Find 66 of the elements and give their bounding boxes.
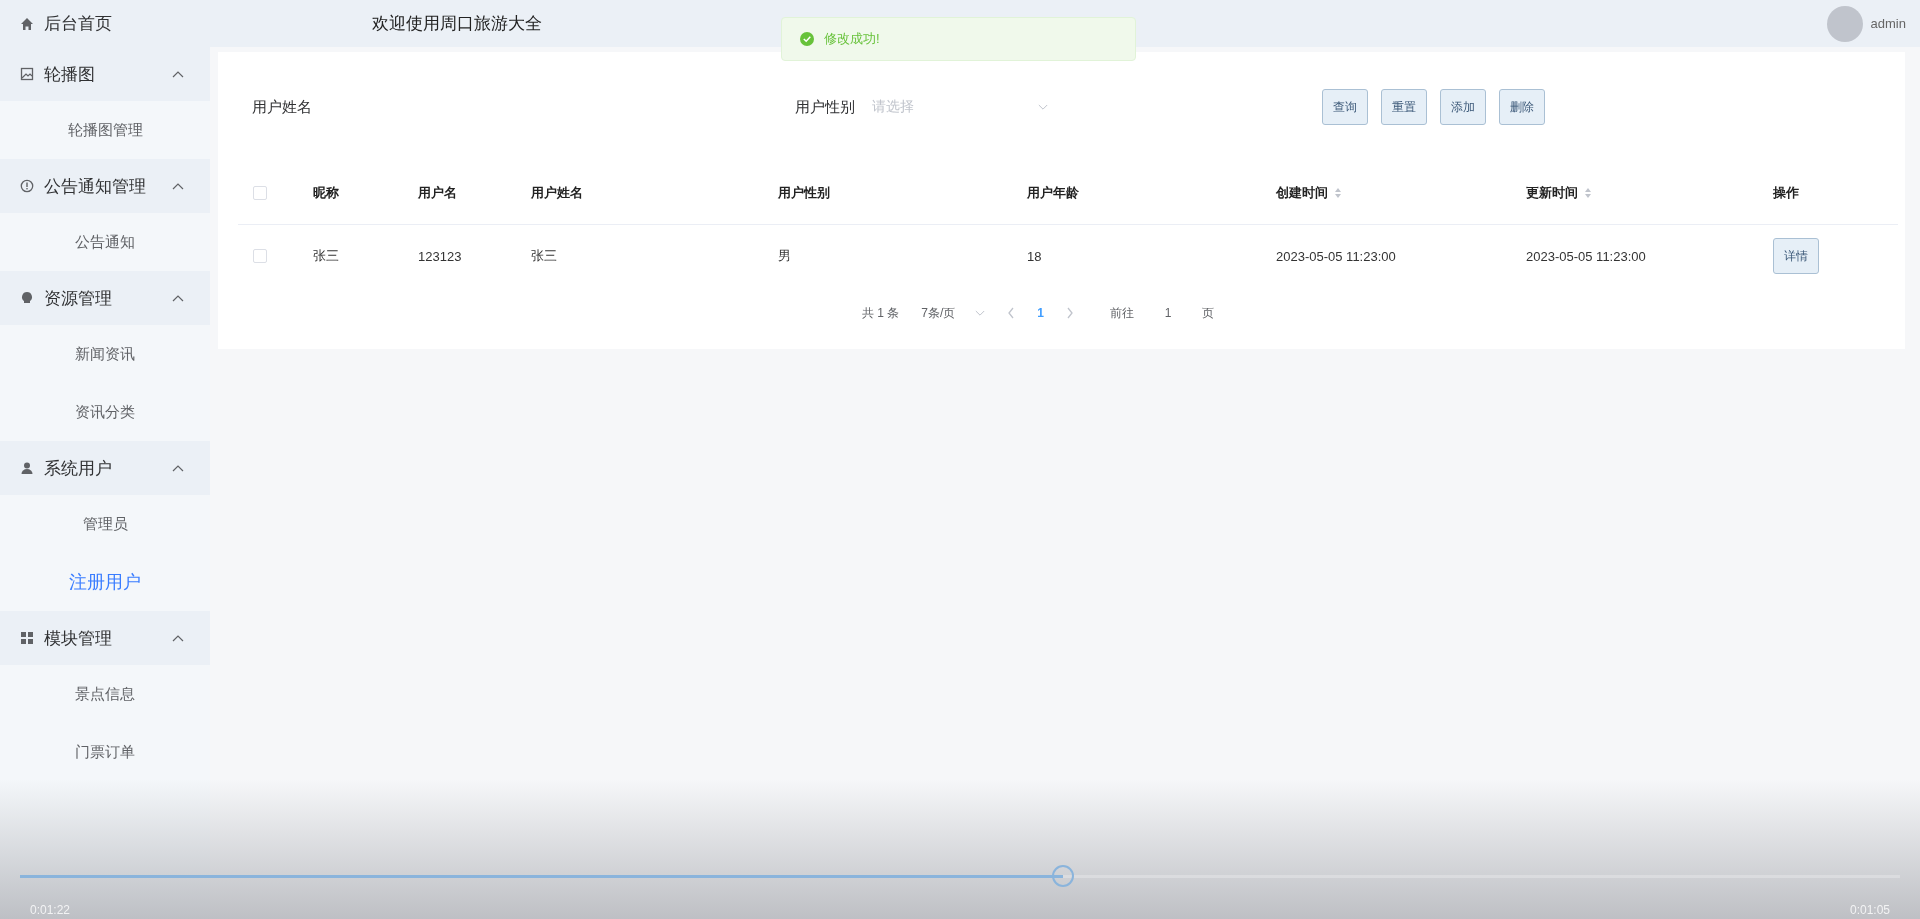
sidebar-item[interactable]: 管理员 xyxy=(0,495,210,553)
action-button[interactable]: 添加 xyxy=(1440,89,1486,125)
home-icon xyxy=(20,16,34,31)
page-suffix: 页 xyxy=(1202,304,1214,322)
caret-icon xyxy=(975,309,986,317)
menu-group[interactable]: 公告通知管理 xyxy=(0,159,210,213)
table-cell: 18 xyxy=(1027,248,1042,264)
table-cell: 2023-05-05 11:23:00 xyxy=(1276,248,1396,264)
detail-button[interactable]: 详情 xyxy=(1773,238,1819,274)
table-cell: 张三 xyxy=(531,247,557,265)
column-header: 用户性别 xyxy=(778,184,830,202)
info-icon xyxy=(20,179,34,193)
next-page-icon[interactable] xyxy=(1066,307,1074,319)
action-button[interactable]: 删除 xyxy=(1499,89,1545,125)
user-name: admin xyxy=(1870,16,1906,31)
sidebar-item[interactable]: 新闻资讯 xyxy=(0,325,210,383)
field-label: 用户姓名 xyxy=(252,97,312,117)
prev-page-icon[interactable] xyxy=(1007,307,1016,319)
video-progress-bar[interactable] xyxy=(20,865,1900,889)
sidebar-item[interactable]: 注册用户 xyxy=(0,553,210,611)
table-cell: 2023-05-05 11:23:00 xyxy=(1526,248,1646,264)
sidebar-item[interactable]: 景点信息 xyxy=(0,665,210,723)
menu-group[interactable]: 轮播图 xyxy=(0,47,210,101)
column-header: 昵称 xyxy=(313,184,339,202)
grid-icon xyxy=(20,631,34,645)
total-count: 共 1 条 xyxy=(861,304,900,322)
bulb-icon xyxy=(20,291,34,305)
column-header: 用户名 xyxy=(418,184,457,202)
avatar-icon[interactable] xyxy=(1826,5,1863,42)
sidebar-item[interactable]: 门票订单 xyxy=(0,723,210,781)
page-size-select[interactable]: 7条/页 xyxy=(921,304,986,322)
sort-icon[interactable] xyxy=(1584,187,1592,199)
sidebar-item[interactable]: 资讯分类 xyxy=(0,383,210,441)
chevron-icon xyxy=(172,70,184,78)
table-cell: 张三 xyxy=(313,247,339,265)
user-icon xyxy=(20,461,34,475)
column-header[interactable]: 创建时间 xyxy=(1276,184,1328,202)
column-header: 用户姓名 xyxy=(531,184,583,202)
checkbox[interactable] xyxy=(253,186,267,200)
menu-group[interactable]: 系统用户 xyxy=(0,441,210,495)
goto-label: 前往 xyxy=(1110,304,1134,322)
table-cell: 男 xyxy=(778,247,791,265)
page-title: 欢迎使用周口旅游大全 xyxy=(372,13,542,35)
column-header: 操作 xyxy=(1773,184,1799,202)
sidebar-item[interactable]: 后台首页 xyxy=(0,0,210,47)
checkbox[interactable] xyxy=(253,249,267,263)
image-icon xyxy=(20,67,34,81)
column-header[interactable]: 更新时间 xyxy=(1526,184,1578,202)
field-label: 用户性别 xyxy=(795,97,855,117)
success-toast: 修改成功! xyxy=(781,17,1136,61)
sidebar-item[interactable]: 公告通知 xyxy=(0,213,210,271)
table-cell: 123123 xyxy=(418,248,462,264)
check-circle-icon xyxy=(800,32,814,46)
action-button[interactable]: 重置 xyxy=(1381,89,1427,125)
column-header: 用户年龄 xyxy=(1027,184,1079,202)
action-button[interactable]: 查询 xyxy=(1322,89,1368,125)
chevron-icon xyxy=(172,182,184,190)
sort-icon[interactable] xyxy=(1334,187,1342,199)
menu-group[interactable]: 模块管理 xyxy=(0,611,210,665)
menu-group[interactable]: 资源管理 xyxy=(0,271,210,325)
caret-icon xyxy=(1038,103,1048,111)
sidebar-item[interactable]: 轮播图管理 xyxy=(0,101,210,159)
chevron-icon xyxy=(172,634,184,642)
progress-handle[interactable] xyxy=(1052,865,1075,887)
chevron-icon xyxy=(172,294,184,302)
chevron-icon xyxy=(172,464,184,472)
